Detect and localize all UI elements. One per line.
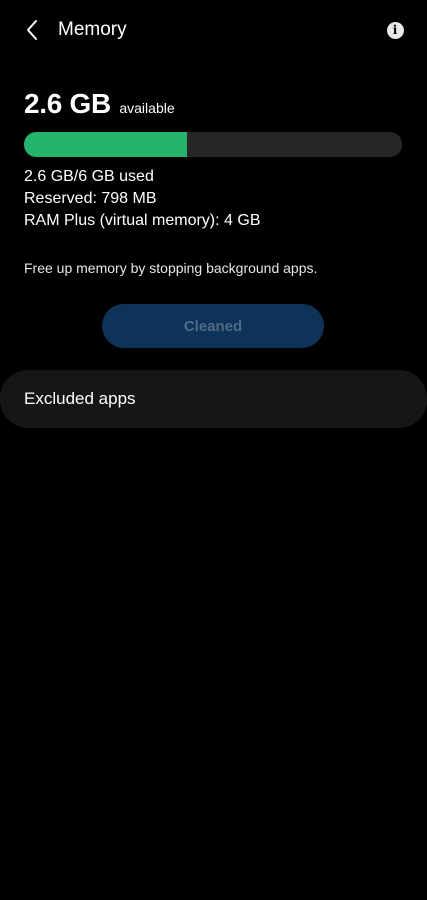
ram-plus-text: RAM Plus (virtual memory): 4 GB: [24, 212, 261, 229]
memory-stats: 2.6 GB/6 GB used Reserved: 798 MB RAM Pl…: [24, 166, 260, 232]
memory-usage-bar: [24, 132, 402, 157]
app-bar: Memory i: [0, 0, 427, 60]
reserved-text: Reserved: 798 MB: [24, 190, 157, 207]
available-label: available: [119, 100, 175, 116]
info-icon: i: [386, 21, 404, 39]
page-title: Memory: [58, 19, 127, 40]
clean-button[interactable]: Cleaned: [102, 304, 324, 348]
chevron-left-icon: [27, 20, 37, 40]
available-memory: 2.6 GB available: [24, 88, 175, 120]
available-value: 2.6 GB: [24, 88, 111, 119]
info-button[interactable]: i: [379, 14, 411, 46]
excluded-apps-row[interactable]: Excluded apps: [0, 370, 427, 428]
back-button[interactable]: [16, 14, 48, 46]
memory-usage-bar-fill: [24, 132, 187, 157]
excluded-apps-label: Excluded apps: [24, 389, 136, 408]
used-text: 2.6 GB/6 GB used: [24, 168, 154, 185]
hint-text: Free up memory by stopping background ap…: [24, 260, 318, 276]
